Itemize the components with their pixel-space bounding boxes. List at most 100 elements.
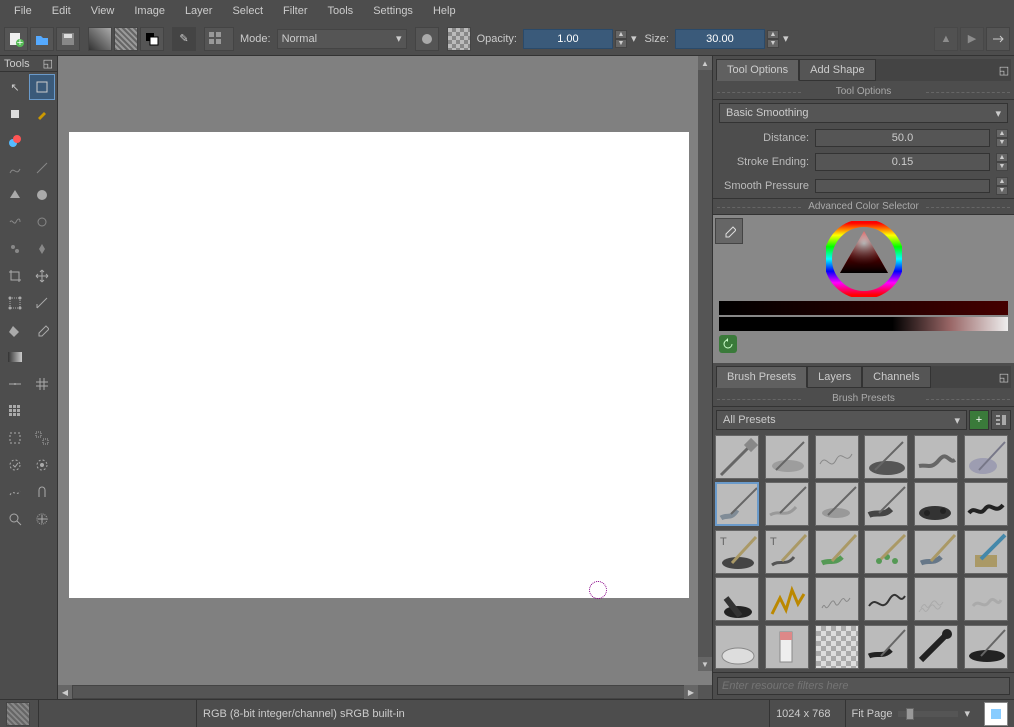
brush-preset[interactable] [964, 482, 1008, 526]
status-canvas-button[interactable] [984, 702, 1008, 726]
brush-preset[interactable] [914, 530, 958, 574]
stroke-ending-up[interactable]: ▲ [996, 153, 1008, 162]
tool-pan[interactable] [29, 506, 55, 532]
brush-preset[interactable]: T [715, 530, 759, 574]
distance-down[interactable]: ▼ [996, 138, 1008, 147]
color-shade-strip[interactable] [719, 317, 1008, 331]
brush-preset[interactable] [914, 435, 958, 479]
canvas[interactable] [69, 132, 689, 598]
tool-eyedropper[interactable] [29, 317, 55, 343]
color-swap-button[interactable] [140, 27, 164, 51]
brush-preset[interactable] [765, 435, 809, 479]
preset-filter-input[interactable] [717, 677, 1010, 695]
alpha-lock-button[interactable] [447, 27, 471, 51]
tab-channels[interactable]: Channels [862, 366, 930, 388]
brush-preset[interactable] [815, 577, 859, 621]
tools-float-icon[interactable]: ◱ [43, 57, 53, 70]
gradient-button[interactable] [88, 27, 112, 51]
opacity-dropdown-icon[interactable]: ▾ [629, 32, 639, 45]
brush-preset[interactable] [815, 482, 859, 526]
brush-preset[interactable] [765, 625, 809, 669]
brush-preset[interactable] [964, 625, 1008, 669]
brush-preset[interactable] [715, 625, 759, 669]
tab-tool-options[interactable]: Tool Options [716, 59, 799, 81]
tool-select-outline[interactable] [29, 452, 55, 478]
save-file-button[interactable] [56, 27, 80, 51]
menu-filter[interactable]: Filter [273, 2, 317, 20]
zoom-slider[interactable] [898, 711, 958, 717]
tool-select-contiguous[interactable] [2, 452, 28, 478]
distance-up[interactable]: ▲ [996, 129, 1008, 138]
brush-engine-button[interactable]: ✎ [172, 27, 196, 51]
vertical-scrollbar[interactable]: ▲ ▼ [698, 56, 712, 671]
opacity-up[interactable]: ▲ [615, 30, 627, 39]
brush-preset[interactable] [765, 482, 809, 526]
scroll-left-icon[interactable]: ◀ [58, 685, 72, 699]
color-refresh-button[interactable] [719, 335, 737, 353]
zoom-dropdown-icon[interactable]: ▾ [964, 707, 970, 720]
brush-preset[interactable] [765, 577, 809, 621]
brush-preset[interactable] [914, 577, 958, 621]
brush-preset[interactable] [964, 435, 1008, 479]
size-input[interactable] [675, 29, 765, 49]
stroke-ending-input[interactable] [815, 153, 990, 171]
menu-image[interactable]: Image [124, 2, 175, 20]
new-file-button[interactable]: + [4, 27, 28, 51]
tool-grid[interactable] [29, 371, 55, 397]
brush-preset[interactable] [715, 577, 759, 621]
tool-pattern-grid[interactable] [2, 398, 28, 424]
brush-preset[interactable] [815, 625, 859, 669]
menu-help[interactable]: Help [423, 2, 466, 20]
brush-preset[interactable] [815, 435, 859, 479]
brush-preset[interactable] [914, 625, 958, 669]
tool-fill[interactable] [2, 317, 28, 343]
presets-filter-dropdown[interactable]: All Presets▾ [716, 410, 967, 430]
horizontal-scrollbar[interactable]: ◀ ▶ [58, 685, 712, 699]
brush-preset[interactable] [964, 577, 1008, 621]
panel-float-icon[interactable]: ◱ [997, 59, 1011, 81]
tool-ellipse[interactable] [29, 182, 55, 208]
tool-dynamic-brush[interactable] [29, 209, 55, 235]
smoothing-dropdown[interactable]: Basic Smoothing▾ [719, 103, 1008, 123]
tab-layers[interactable]: Layers [807, 366, 862, 388]
tab-brush-presets[interactable]: Brush Presets [716, 366, 807, 388]
tool-zoom[interactable] [2, 506, 28, 532]
menu-view[interactable]: View [81, 2, 125, 20]
stroke-ending-down[interactable]: ▼ [996, 162, 1008, 171]
tool-crop2[interactable] [2, 263, 28, 289]
tool-multibrush[interactable] [2, 236, 28, 262]
brush-preset[interactable] [864, 482, 908, 526]
tab-add-shape[interactable]: Add Shape [799, 59, 875, 81]
brush-preset[interactable] [864, 435, 908, 479]
zoom-fit-label[interactable]: Fit Page [852, 708, 893, 720]
scroll-up-icon[interactable]: ▲ [698, 56, 712, 70]
menu-file[interactable]: File [4, 2, 42, 20]
size-up[interactable]: ▲ [767, 30, 779, 39]
brush-preset[interactable] [864, 530, 908, 574]
blend-mode-dropdown[interactable]: Normal▾ [277, 29, 407, 49]
tool-move[interactable]: ↖ [2, 74, 28, 100]
new-preset-button[interactable]: + [969, 410, 989, 430]
pressure-down[interactable]: ▼ [996, 186, 1008, 195]
pattern-button[interactable] [114, 27, 138, 51]
smooth-pressure-slider[interactable] [815, 179, 990, 193]
menu-tools[interactable]: Tools [318, 2, 364, 20]
tool-gradient[interactable] [2, 344, 28, 370]
tool-measure[interactable] [29, 290, 55, 316]
grid-options-button[interactable] [204, 27, 234, 51]
brush-preset[interactable]: T [765, 530, 809, 574]
color-history-strip[interactable] [719, 301, 1008, 315]
tool-path[interactable] [2, 155, 28, 181]
menu-settings[interactable]: Settings [363, 2, 423, 20]
brush-preset[interactable] [715, 482, 759, 526]
size-dropdown-icon[interactable]: ▾ [781, 32, 791, 45]
tool-freehand[interactable] [2, 209, 28, 235]
tool-transform[interactable] [29, 74, 55, 100]
tool-crop[interactable] [2, 101, 28, 127]
menu-layer[interactable]: Layer [175, 2, 223, 20]
tool-select-rect[interactable] [2, 425, 28, 451]
mirror-v-button[interactable]: ▶ [960, 27, 984, 51]
tool-select-magnetic[interactable] [29, 479, 55, 505]
menu-edit[interactable]: Edit [42, 2, 81, 20]
color-picker-button[interactable] [715, 218, 743, 244]
